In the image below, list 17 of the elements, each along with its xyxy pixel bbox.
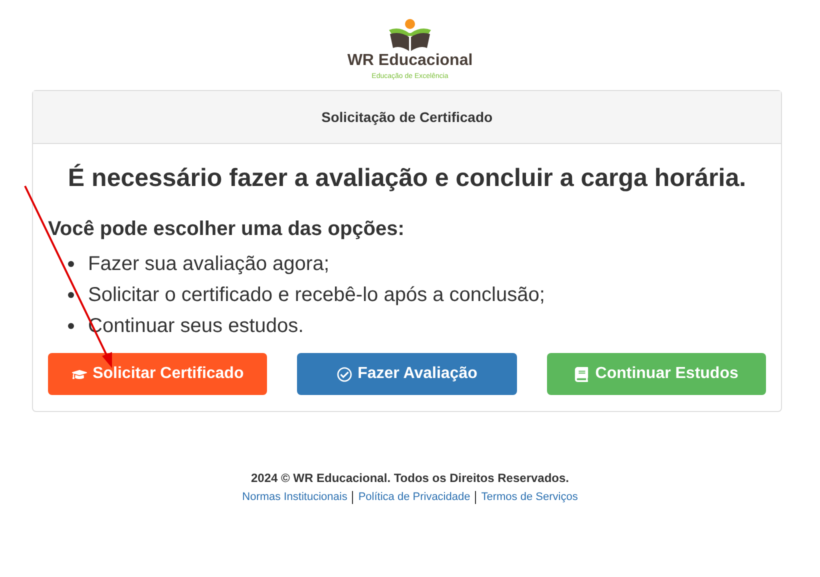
action-button[interactable]: Fazer Avaliação (297, 353, 517, 395)
card-title: Solicitação de Certificado (321, 108, 493, 127)
action-button[interactable]: Solicitar Certificado (48, 353, 268, 395)
bullet-icon (68, 292, 74, 298)
bullet-icon (68, 322, 74, 328)
book-icon (574, 366, 590, 382)
footer-link[interactable]: Termos de Serviços (481, 491, 578, 503)
copyright-text: 2024 © WR Educacional. Todos os Direitos Reservados. (250, 470, 570, 487)
option-text: Solicitar o certificado e recebê-lo após a conclusão; (88, 282, 545, 308)
requirement-heading: É necessário fazer a avaliação e concluir a carga horária. (66, 162, 748, 194)
options-heading: Você pode escolher uma das opções: (48, 217, 406, 242)
footer-link[interactable]: Normas Institucionais (242, 491, 348, 503)
bullet-icon (68, 260, 74, 266)
footer-link[interactable]: Política de Privacidade (358, 491, 470, 503)
option-text: Fazer sua avaliação agora; (88, 252, 330, 276)
book-logo-icon (387, 18, 433, 52)
logo-name: WR Educacional (347, 52, 473, 70)
